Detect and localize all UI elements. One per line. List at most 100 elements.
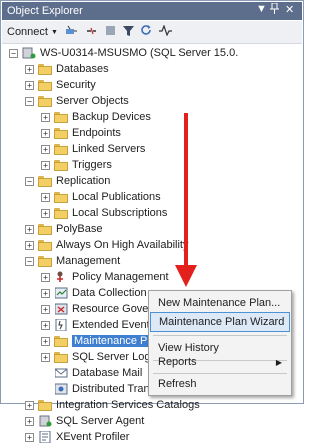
tree-node-server[interactable]: − WS-U0314-MSUSMO (SQL Server 15.0. <box>9 45 238 61</box>
folder-icon <box>38 239 52 251</box>
expand-icon[interactable]: + <box>41 304 50 314</box>
tree-node-label: Replication <box>56 175 111 187</box>
tree-node-integration-services[interactable]: + Integration Services Catalogs <box>25 397 200 413</box>
expand-icon[interactable]: + <box>41 208 50 218</box>
expand-icon[interactable]: + <box>41 320 50 330</box>
expand-icon[interactable]: + <box>41 112 50 122</box>
tree-node-label: XEvent Profiler <box>56 431 130 443</box>
expand-icon[interactable]: + <box>41 352 50 362</box>
tree-node-label: Backup Devices <box>72 111 151 123</box>
xevent-profiler-icon <box>38 430 52 444</box>
expand-icon[interactable]: + <box>41 160 50 170</box>
connect-icon[interactable] <box>65 25 78 40</box>
extended-events-icon <box>54 318 68 332</box>
folder-icon <box>38 223 52 235</box>
collapse-icon[interactable]: − <box>25 176 34 186</box>
tree-node-triggers[interactable]: + Triggers <box>41 157 112 173</box>
tree-node-label: Database Mail <box>72 367 143 379</box>
policy-icon <box>54 271 68 283</box>
menu-item-label: Maintenance Plan Wizard <box>159 316 285 328</box>
expand-icon[interactable]: + <box>41 288 50 298</box>
menu-item-refresh[interactable]: Refresh <box>150 374 290 394</box>
tree-node-label: Triggers <box>72 159 112 171</box>
auto-hide-pin-icon[interactable] <box>270 2 279 17</box>
collapse-icon[interactable]: − <box>9 48 18 58</box>
tree-node-xevent-profiler[interactable]: + XEvent Profiler <box>25 429 129 445</box>
tree-node-sql-server-logs[interactable]: + SQL Server Logs <box>41 349 156 365</box>
expand-icon[interactable]: + <box>41 144 50 154</box>
connect-button[interactable]: Connect ▼ <box>7 26 58 38</box>
tree-node-label: PolyBase <box>56 223 103 235</box>
folder-icon <box>54 191 68 203</box>
collapse-icon[interactable]: − <box>25 96 34 106</box>
tree-node-endpoints[interactable]: + Endpoints <box>41 125 121 141</box>
tree-node-always-on[interactable]: + Always On High Availability <box>25 237 188 253</box>
distributed-transaction-icon <box>54 383 68 395</box>
data-collection-icon <box>54 287 68 299</box>
tree-node-polybase[interactable]: + PolyBase <box>25 221 102 237</box>
expand-icon[interactable]: + <box>25 432 34 442</box>
menu-item-reports[interactable]: Reports ▶ <box>150 352 290 372</box>
tree-node-management[interactable]: − Management <box>25 253 120 269</box>
connect-label: Connect <box>7 26 48 38</box>
window-position-dropdown-icon[interactable]: ▼ <box>256 3 267 15</box>
menu-item-label: New Maintenance Plan... <box>158 297 281 309</box>
context-menu: New Maintenance Plan... Maintenance Plan… <box>148 290 292 396</box>
close-icon[interactable]: ✕ <box>285 3 294 16</box>
expand-icon[interactable]: + <box>25 80 34 90</box>
tree-node-local-subscriptions[interactable]: + Local Subscriptions <box>41 205 167 221</box>
tree-node-label: Databases <box>56 63 109 75</box>
folder-icon <box>54 351 68 363</box>
tree-node-databases[interactable]: + Databases <box>25 61 109 77</box>
tree-node-replication[interactable]: − Replication <box>25 173 110 189</box>
tree-node-label: Endpoints <box>72 127 121 139</box>
tree-node-security[interactable]: + Security <box>25 77 96 93</box>
menu-item-maintenance-plan-wizard[interactable]: Maintenance Plan Wizard <box>150 312 290 332</box>
menu-item-label: Reports <box>158 356 197 368</box>
annotation-arrow-shaft <box>184 113 188 268</box>
expand-icon[interactable]: + <box>25 64 34 74</box>
resource-governor-icon <box>54 303 68 315</box>
disconnect-icon[interactable] <box>85 25 98 40</box>
tree-node-linked-servers[interactable]: + Linked Servers <box>41 141 145 157</box>
tree-node-policy-management[interactable]: + Policy Management <box>41 269 169 285</box>
connect-dropdown-icon: ▼ <box>50 28 58 36</box>
activity-monitor-icon[interactable] <box>158 24 172 39</box>
expand-icon[interactable]: + <box>41 192 50 202</box>
sql-agent-icon <box>38 415 52 427</box>
menu-item-new-maintenance-plan[interactable]: New Maintenance Plan... <box>150 293 290 313</box>
tree-node-database-mail[interactable]: Database Mail <box>41 365 142 381</box>
collapse-icon[interactable]: − <box>25 256 34 266</box>
tree-node-sql-server-agent[interactable]: + SQL Server Agent <box>25 413 144 429</box>
menu-item-label: Refresh <box>158 378 197 390</box>
expand-icon[interactable]: + <box>25 400 34 410</box>
filter-icon[interactable] <box>122 25 134 39</box>
stop-icon[interactable] <box>105 25 116 39</box>
expand-icon[interactable]: + <box>41 128 50 138</box>
folder-icon <box>38 399 52 411</box>
tree-node-label: Linked Servers <box>72 143 146 155</box>
submenu-arrow-icon: ▶ <box>275 357 282 367</box>
annotation-arrow-head <box>175 265 197 287</box>
folder-icon <box>38 79 52 91</box>
tree-node-backup-devices[interactable]: + Backup Devices <box>41 109 151 125</box>
tree-node-label: SQL Server Logs <box>72 351 156 363</box>
expand-icon[interactable]: + <box>41 272 50 282</box>
database-mail-icon <box>54 367 68 379</box>
expand-icon[interactable]: + <box>25 416 34 426</box>
folder-icon <box>54 143 68 155</box>
expand-icon[interactable]: + <box>25 240 34 250</box>
folder-icon <box>54 335 68 347</box>
expand-icon[interactable]: + <box>25 224 34 234</box>
tree-node-server-objects[interactable]: − Server Objects <box>25 93 129 109</box>
tree-node-label: SQL Server Agent <box>56 415 145 427</box>
folder-icon <box>54 159 68 171</box>
tree-node-data-collection[interactable]: + Data Collection <box>41 285 147 301</box>
expand-icon[interactable]: + <box>41 336 50 346</box>
refresh-icon[interactable] <box>141 25 152 39</box>
folder-icon <box>54 111 68 123</box>
object-explorer-toolbar: Connect ▼ <box>2 21 302 44</box>
tree-node-extended-events[interactable]: + Extended Events <box>41 317 155 333</box>
tree-node-label: Local Subscriptions <box>72 207 168 219</box>
tree-node-local-publications[interactable]: + Local Publications <box>41 189 161 205</box>
